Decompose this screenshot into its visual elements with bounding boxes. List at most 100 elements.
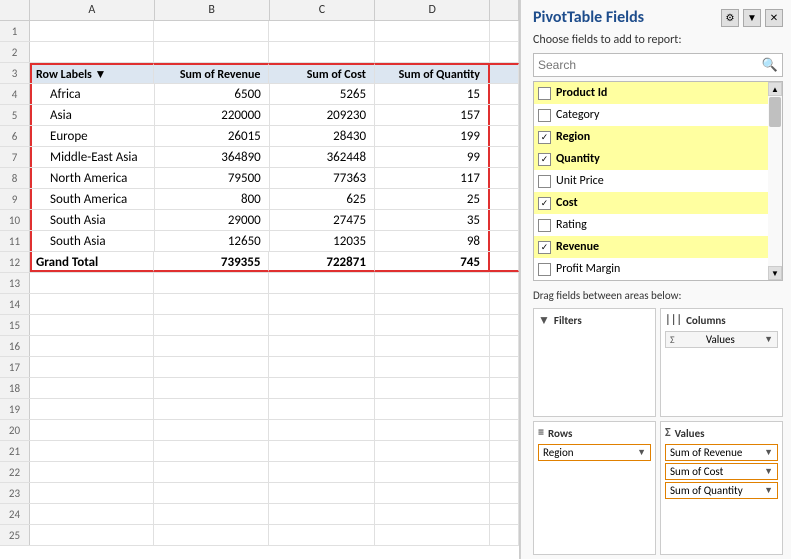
field-checkbox[interactable] bbox=[538, 87, 551, 100]
table-row[interactable]: 11South Asia126501203598 bbox=[0, 231, 519, 252]
table-cell[interactable] bbox=[490, 189, 519, 209]
list-item[interactable]: Product Id bbox=[534, 82, 782, 104]
table-cell[interactable] bbox=[375, 504, 490, 524]
table-cell[interactable]: 157 bbox=[375, 105, 490, 125]
col-header-c[interactable]: C bbox=[270, 0, 375, 20]
table-cell[interactable] bbox=[154, 315, 269, 335]
table-cell[interactable] bbox=[490, 378, 519, 398]
table-cell[interactable] bbox=[490, 420, 519, 440]
table-row[interactable]: 17 bbox=[0, 357, 519, 378]
field-checkbox[interactable] bbox=[538, 241, 551, 254]
table-cell[interactable] bbox=[30, 336, 154, 356]
table-cell[interactable] bbox=[154, 273, 269, 293]
table-cell[interactable]: Grand Total bbox=[30, 252, 154, 272]
table-cell[interactable]: 77363 bbox=[270, 168, 375, 188]
table-cell[interactable]: Europe bbox=[30, 126, 155, 146]
table-cell[interactable] bbox=[30, 294, 154, 314]
table-cell[interactable] bbox=[490, 231, 519, 251]
table-cell[interactable] bbox=[490, 126, 519, 146]
table-cell[interactable] bbox=[490, 147, 519, 167]
search-row[interactable]: 🔍 bbox=[533, 53, 783, 77]
table-cell[interactable] bbox=[375, 336, 490, 356]
table-cell[interactable] bbox=[30, 420, 154, 440]
table-cell[interactable] bbox=[375, 441, 490, 461]
table-cell[interactable]: 26015 bbox=[155, 126, 270, 146]
table-cell[interactable] bbox=[375, 462, 490, 482]
table-cell[interactable] bbox=[269, 525, 375, 545]
field-checkbox[interactable] bbox=[538, 109, 551, 122]
table-cell[interactable] bbox=[490, 441, 519, 461]
table-cell[interactable]: Sum of Cost bbox=[269, 63, 374, 83]
table-cell[interactable] bbox=[375, 21, 490, 41]
table-cell[interactable] bbox=[30, 399, 154, 419]
search-input[interactable] bbox=[538, 58, 762, 72]
values-cost-item[interactable]: Sum of Cost ▼ bbox=[665, 463, 778, 480]
values-revenue-item[interactable]: Sum of Revenue ▼ bbox=[665, 444, 778, 461]
table-cell[interactable]: Asia bbox=[30, 105, 155, 125]
table-row[interactable]: 4Africa6500526515 bbox=[0, 84, 519, 105]
table-row[interactable]: 10South Asia290002747535 bbox=[0, 210, 519, 231]
table-cell[interactable] bbox=[30, 21, 154, 41]
table-cell[interactable]: 98 bbox=[375, 231, 490, 251]
scroll-up-button[interactable]: ▲ bbox=[768, 82, 782, 96]
table-row[interactable]: 16 bbox=[0, 336, 519, 357]
table-cell[interactable]: Africa bbox=[30, 84, 155, 104]
table-row[interactable]: 25 bbox=[0, 525, 519, 546]
table-cell[interactable] bbox=[490, 273, 519, 293]
field-checkbox[interactable] bbox=[538, 131, 551, 144]
table-cell[interactable] bbox=[375, 399, 490, 419]
table-cell[interactable]: 35 bbox=[375, 210, 490, 230]
list-item[interactable]: Cost bbox=[534, 192, 782, 214]
table-cell[interactable] bbox=[154, 42, 269, 62]
table-cell[interactable] bbox=[30, 462, 154, 482]
table-cell[interactable]: 117 bbox=[375, 168, 490, 188]
table-cell[interactable] bbox=[154, 441, 269, 461]
table-row[interactable]: 15 bbox=[0, 315, 519, 336]
table-cell[interactable]: 722871 bbox=[269, 252, 374, 272]
dropdown-button[interactable]: ▼ bbox=[743, 9, 761, 27]
table-cell[interactable]: North America bbox=[30, 168, 155, 188]
table-cell[interactable] bbox=[269, 378, 375, 398]
table-cell[interactable]: 25 bbox=[375, 189, 490, 209]
table-cell[interactable] bbox=[154, 21, 269, 41]
table-row[interactable]: 6Europe2601528430199 bbox=[0, 126, 519, 147]
table-row[interactable]: 23 bbox=[0, 483, 519, 504]
table-cell[interactable]: 99 bbox=[375, 147, 490, 167]
table-row[interactable]: 9South America80062525 bbox=[0, 189, 519, 210]
table-cell[interactable] bbox=[490, 168, 519, 188]
table-cell[interactable] bbox=[490, 63, 519, 83]
table-cell[interactable] bbox=[30, 357, 154, 377]
table-cell[interactable] bbox=[490, 462, 519, 482]
table-cell[interactable]: 12035 bbox=[270, 231, 375, 251]
table-cell[interactable] bbox=[154, 336, 269, 356]
table-cell[interactable] bbox=[154, 504, 269, 524]
table-cell[interactable]: 5265 bbox=[270, 84, 375, 104]
table-cell[interactable] bbox=[269, 504, 375, 524]
settings-button[interactable]: ⚙ bbox=[721, 9, 739, 27]
table-cell[interactable]: South Asia bbox=[30, 210, 155, 230]
table-cell[interactable] bbox=[154, 483, 269, 503]
table-row[interactable]: 22 bbox=[0, 462, 519, 483]
table-cell[interactable] bbox=[30, 273, 154, 293]
table-cell[interactable] bbox=[490, 21, 519, 41]
table-cell[interactable]: Middle-East Asia bbox=[30, 147, 155, 167]
table-row[interactable]: 3Row Labels ▼Sum of RevenueSum of CostSu… bbox=[0, 63, 519, 84]
table-cell[interactable] bbox=[490, 294, 519, 314]
table-cell[interactable]: South America bbox=[30, 189, 155, 209]
table-cell[interactable]: 800 bbox=[155, 189, 270, 209]
table-cell[interactable] bbox=[269, 399, 375, 419]
list-item[interactable]: Region bbox=[534, 126, 782, 148]
table-cell[interactable] bbox=[30, 378, 154, 398]
table-cell[interactable]: 199 bbox=[375, 126, 490, 146]
table-cell[interactable] bbox=[490, 357, 519, 377]
close-button[interactable]: ✕ bbox=[765, 9, 783, 27]
table-cell[interactable]: 739355 bbox=[154, 252, 269, 272]
table-cell[interactable] bbox=[30, 504, 154, 524]
fields-scrollbar[interactable]: ▲▼ bbox=[768, 82, 782, 280]
table-cell[interactable]: 362448 bbox=[270, 147, 375, 167]
table-cell[interactable] bbox=[269, 420, 375, 440]
table-cell[interactable] bbox=[269, 441, 375, 461]
table-cell[interactable] bbox=[154, 378, 269, 398]
table-cell[interactable]: South Asia bbox=[30, 231, 155, 251]
table-cell[interactable] bbox=[269, 483, 375, 503]
